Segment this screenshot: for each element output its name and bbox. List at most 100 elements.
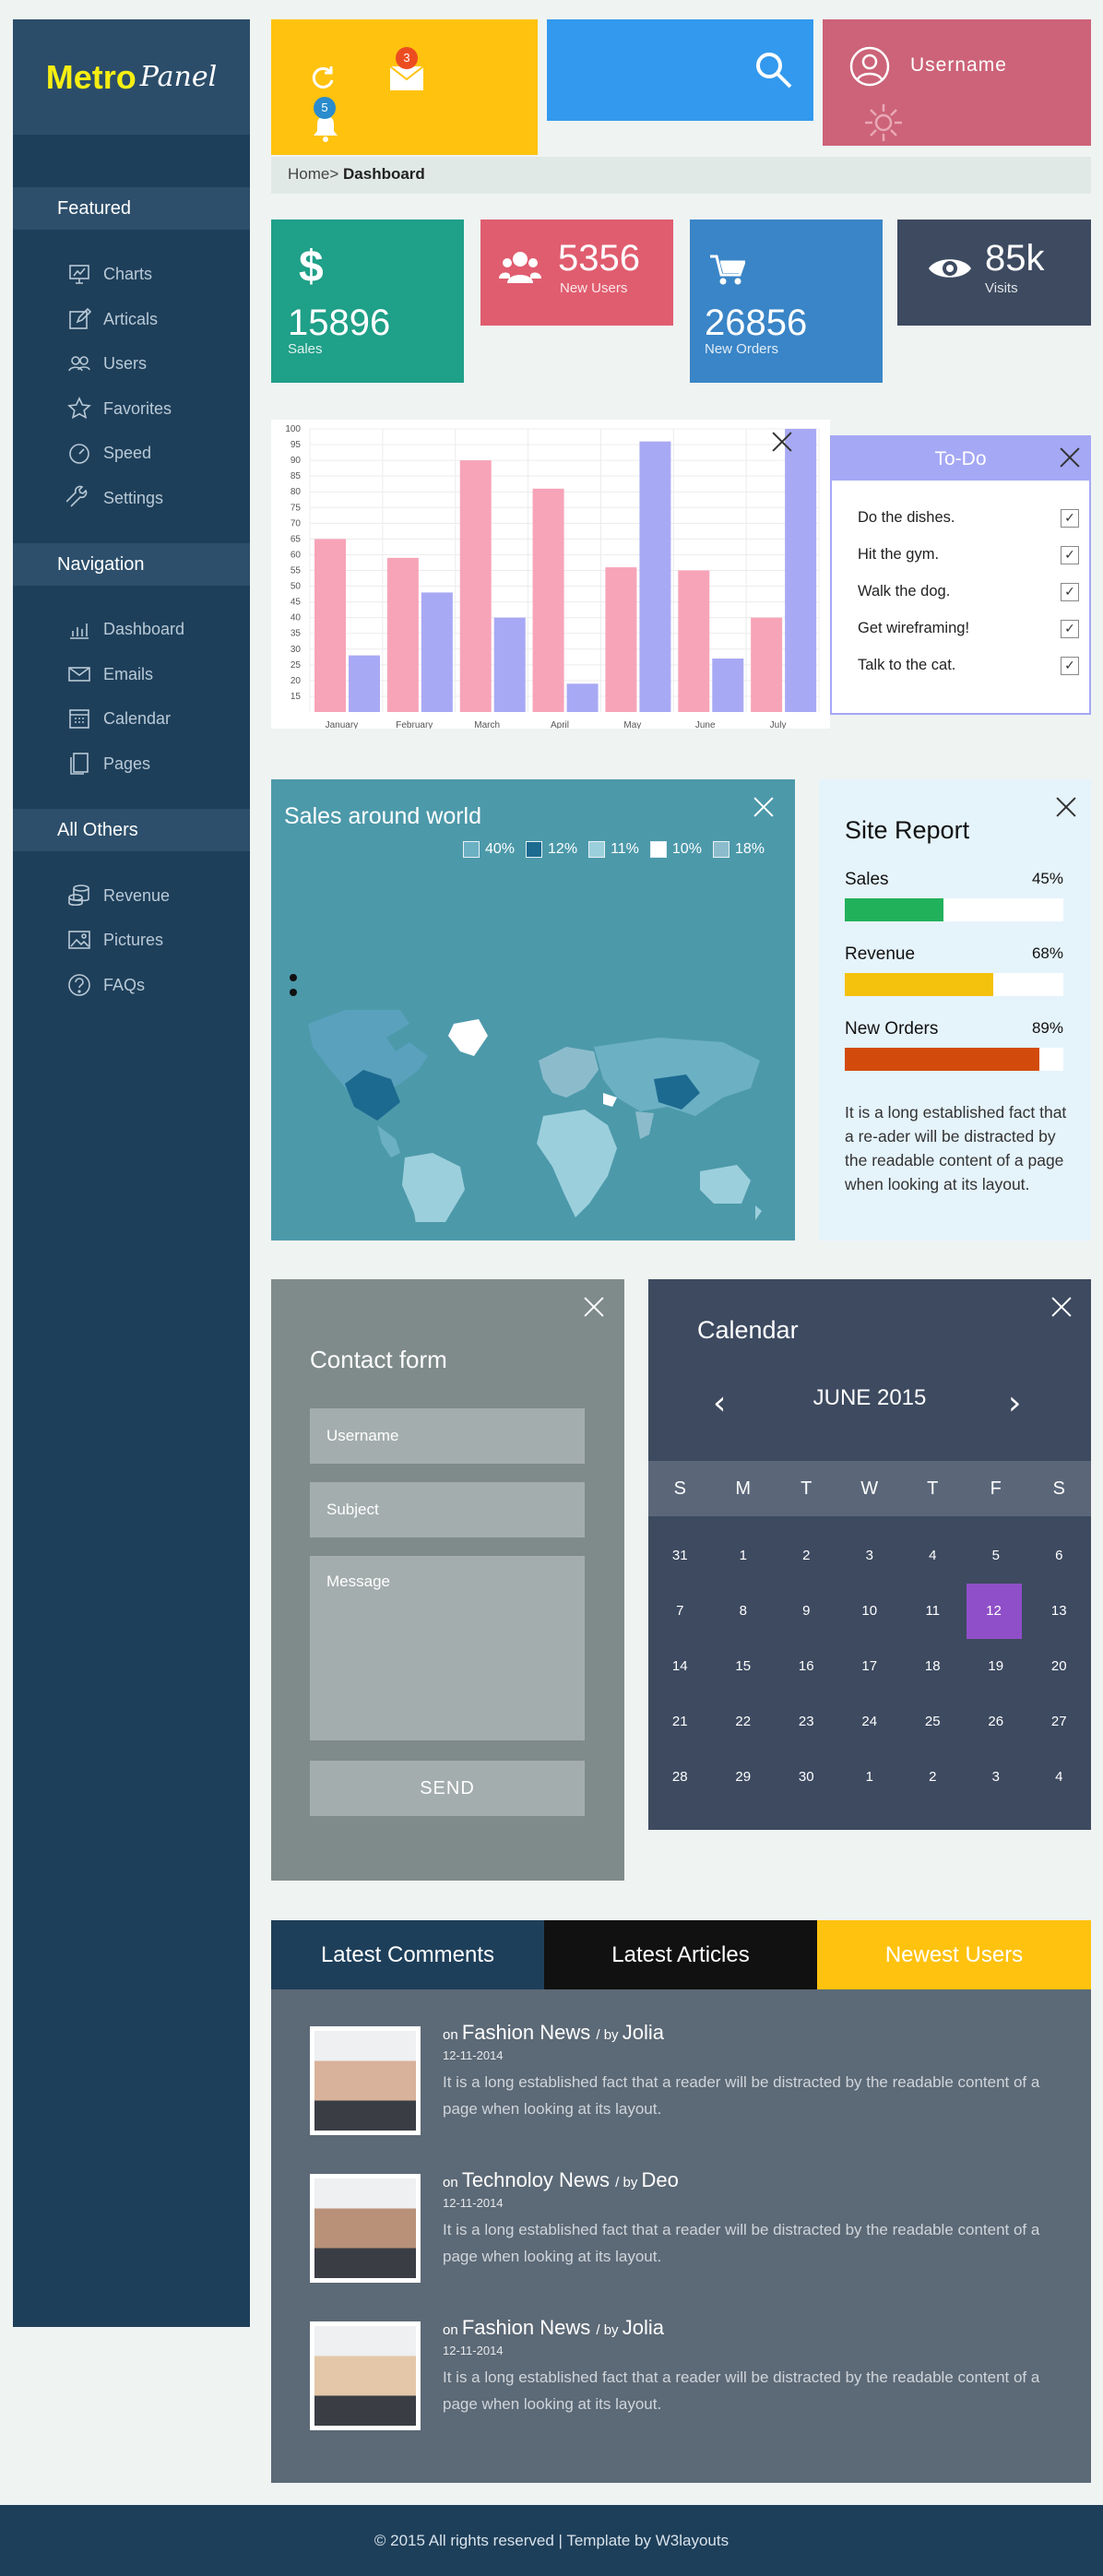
bar[interactable] [421, 592, 453, 712]
calendar-day[interactable]: 13 [1027, 1584, 1091, 1639]
article-topic-link[interactable]: Technoloy News [462, 2168, 615, 2191]
close-icon[interactable] [1055, 796, 1077, 818]
bar[interactable] [712, 659, 744, 712]
avatar[interactable] [310, 2321, 421, 2430]
calendar-day[interactable]: 21 [648, 1694, 712, 1750]
user-tile[interactable]: Username [823, 19, 1091, 146]
logo[interactable]: Metro Panel [13, 19, 250, 135]
avatar[interactable] [310, 2026, 421, 2135]
avatar[interactable] [310, 2174, 421, 2283]
map-region-highlight[interactable] [603, 1093, 617, 1107]
mail-tile-button[interactable] [389, 65, 424, 91]
bar[interactable] [605, 567, 637, 712]
tab-latest-articles[interactable]: Latest Articles [544, 1920, 817, 1989]
calendar-day[interactable]: 28 [648, 1750, 712, 1805]
close-icon[interactable] [753, 796, 775, 818]
map-region-greenland[interactable] [448, 1019, 488, 1056]
calendar-day[interactable]: 18 [901, 1639, 965, 1694]
calendar-day[interactable]: 16 [775, 1639, 838, 1694]
sidebar-item-pages[interactable]: Pages [66, 750, 150, 778]
bar[interactable] [785, 429, 817, 712]
calendar-day[interactable]: 3 [965, 1750, 1028, 1805]
calendar-day[interactable]: 2 [775, 1528, 838, 1584]
calendar-day[interactable]: 27 [1027, 1694, 1091, 1750]
gear-icon[interactable] [861, 101, 906, 145]
calendar-day[interactable]: 25 [901, 1694, 965, 1750]
article-author-link[interactable]: Deo [642, 2168, 679, 2191]
map-region-africa[interactable] [537, 1110, 617, 1217]
calendar-day[interactable]: 8 [712, 1584, 776, 1639]
bar[interactable] [493, 617, 526, 712]
tab-latest-comments[interactable]: Latest Comments [271, 1920, 544, 1989]
sidebar-item-calendar[interactable]: Calendar [66, 705, 171, 732]
tab-newest-users[interactable]: Newest Users [817, 1920, 1091, 1989]
article-author-link[interactable]: Jolia [623, 2021, 664, 2044]
bar[interactable] [678, 570, 710, 713]
username-field[interactable]: Username [310, 1408, 585, 1464]
calendar-day[interactable]: 29 [712, 1750, 776, 1805]
close-icon[interactable] [583, 1296, 605, 1318]
calendar-day[interactable]: 19 [965, 1639, 1028, 1694]
article-author-link[interactable]: Jolia [623, 2316, 664, 2339]
sidebar-item-settings[interactable]: Settings [66, 484, 163, 512]
calendar-day[interactable]: 7 [648, 1584, 712, 1639]
bar[interactable] [639, 441, 671, 712]
todo-checkbox[interactable]: ✓ [1061, 509, 1079, 528]
refresh-icon[interactable] [309, 64, 337, 91]
sidebar-item-speed[interactable]: Speed [66, 439, 151, 467]
close-icon[interactable] [1050, 1296, 1073, 1318]
map-region-new-zealand[interactable] [755, 1205, 762, 1220]
map-region-central-america[interactable] [377, 1125, 400, 1157]
calendar-day[interactable]: 26 [965, 1694, 1028, 1750]
map-region-europe[interactable] [539, 1047, 599, 1098]
map-region-india[interactable] [635, 1111, 654, 1139]
sidebar-item-dashboard[interactable]: Dashboard [66, 615, 184, 643]
calendar-day[interactable]: 22 [712, 1694, 776, 1750]
bar[interactable] [751, 617, 783, 712]
bar[interactable] [386, 557, 419, 712]
calendar-day[interactable]: 24 [838, 1694, 902, 1750]
search-icon[interactable] [753, 50, 794, 90]
calendar-day[interactable]: 6 [1027, 1528, 1091, 1584]
sidebar-item-users[interactable]: Users [66, 350, 147, 377]
calendar-day[interactable]: 30 [775, 1750, 838, 1805]
sidebar-item-charts[interactable]: Charts [66, 260, 152, 288]
bar[interactable] [459, 460, 492, 712]
bar[interactable] [566, 683, 599, 712]
todo-checkbox[interactable]: ✓ [1061, 546, 1079, 564]
map-region-south-america[interactable] [402, 1153, 465, 1222]
todo-checkbox[interactable]: ✓ [1061, 657, 1079, 675]
breadcrumb-home[interactable]: Home> [288, 165, 338, 183]
calendar-day[interactable]: 10 [838, 1584, 902, 1639]
message-field[interactable]: Message [310, 1556, 585, 1740]
chevron-right-icon[interactable]: › [1008, 1387, 1021, 1420]
sidebar-item-favorites[interactable]: Favorites [66, 395, 172, 422]
calendar-day[interactable]: 11 [901, 1584, 965, 1639]
sidebar-item-faqs[interactable]: FAQs [66, 971, 145, 999]
sidebar-item-revenue[interactable]: Revenue [66, 882, 170, 909]
calendar-day[interactable]: 1 [712, 1528, 776, 1584]
calendar-day[interactable]: 23 [775, 1694, 838, 1750]
todo-checkbox[interactable]: ✓ [1061, 583, 1079, 601]
sidebar-item-emails[interactable]: Emails [66, 660, 153, 688]
article-topic-link[interactable]: Fashion News [462, 2316, 597, 2339]
calendar-day-selected[interactable]: 12 [966, 1584, 1022, 1639]
calendar-day[interactable]: 4 [1027, 1750, 1091, 1805]
bar[interactable] [532, 488, 564, 712]
calendar-day[interactable]: 2 [901, 1750, 965, 1805]
bar[interactable] [349, 655, 380, 712]
close-icon[interactable] [771, 431, 793, 453]
calendar-day[interactable]: 1 [838, 1750, 902, 1805]
article-topic-link[interactable]: Fashion News [462, 2021, 597, 2044]
calendar-day[interactable]: 4 [901, 1528, 965, 1584]
calendar-day[interactable]: 3 [838, 1528, 902, 1584]
calendar-day[interactable]: 9 [775, 1584, 838, 1639]
calendar-day[interactable]: 20 [1027, 1639, 1091, 1694]
calendar-day[interactable]: 5 [965, 1528, 1028, 1584]
map-region-australia[interactable] [700, 1165, 751, 1204]
bar[interactable] [314, 539, 346, 712]
sidebar-item-pictures[interactable]: Pictures [66, 926, 163, 954]
search-tile[interactable] [547, 19, 813, 121]
calendar-day[interactable]: 14 [648, 1639, 712, 1694]
world-map[interactable] [290, 872, 778, 1222]
